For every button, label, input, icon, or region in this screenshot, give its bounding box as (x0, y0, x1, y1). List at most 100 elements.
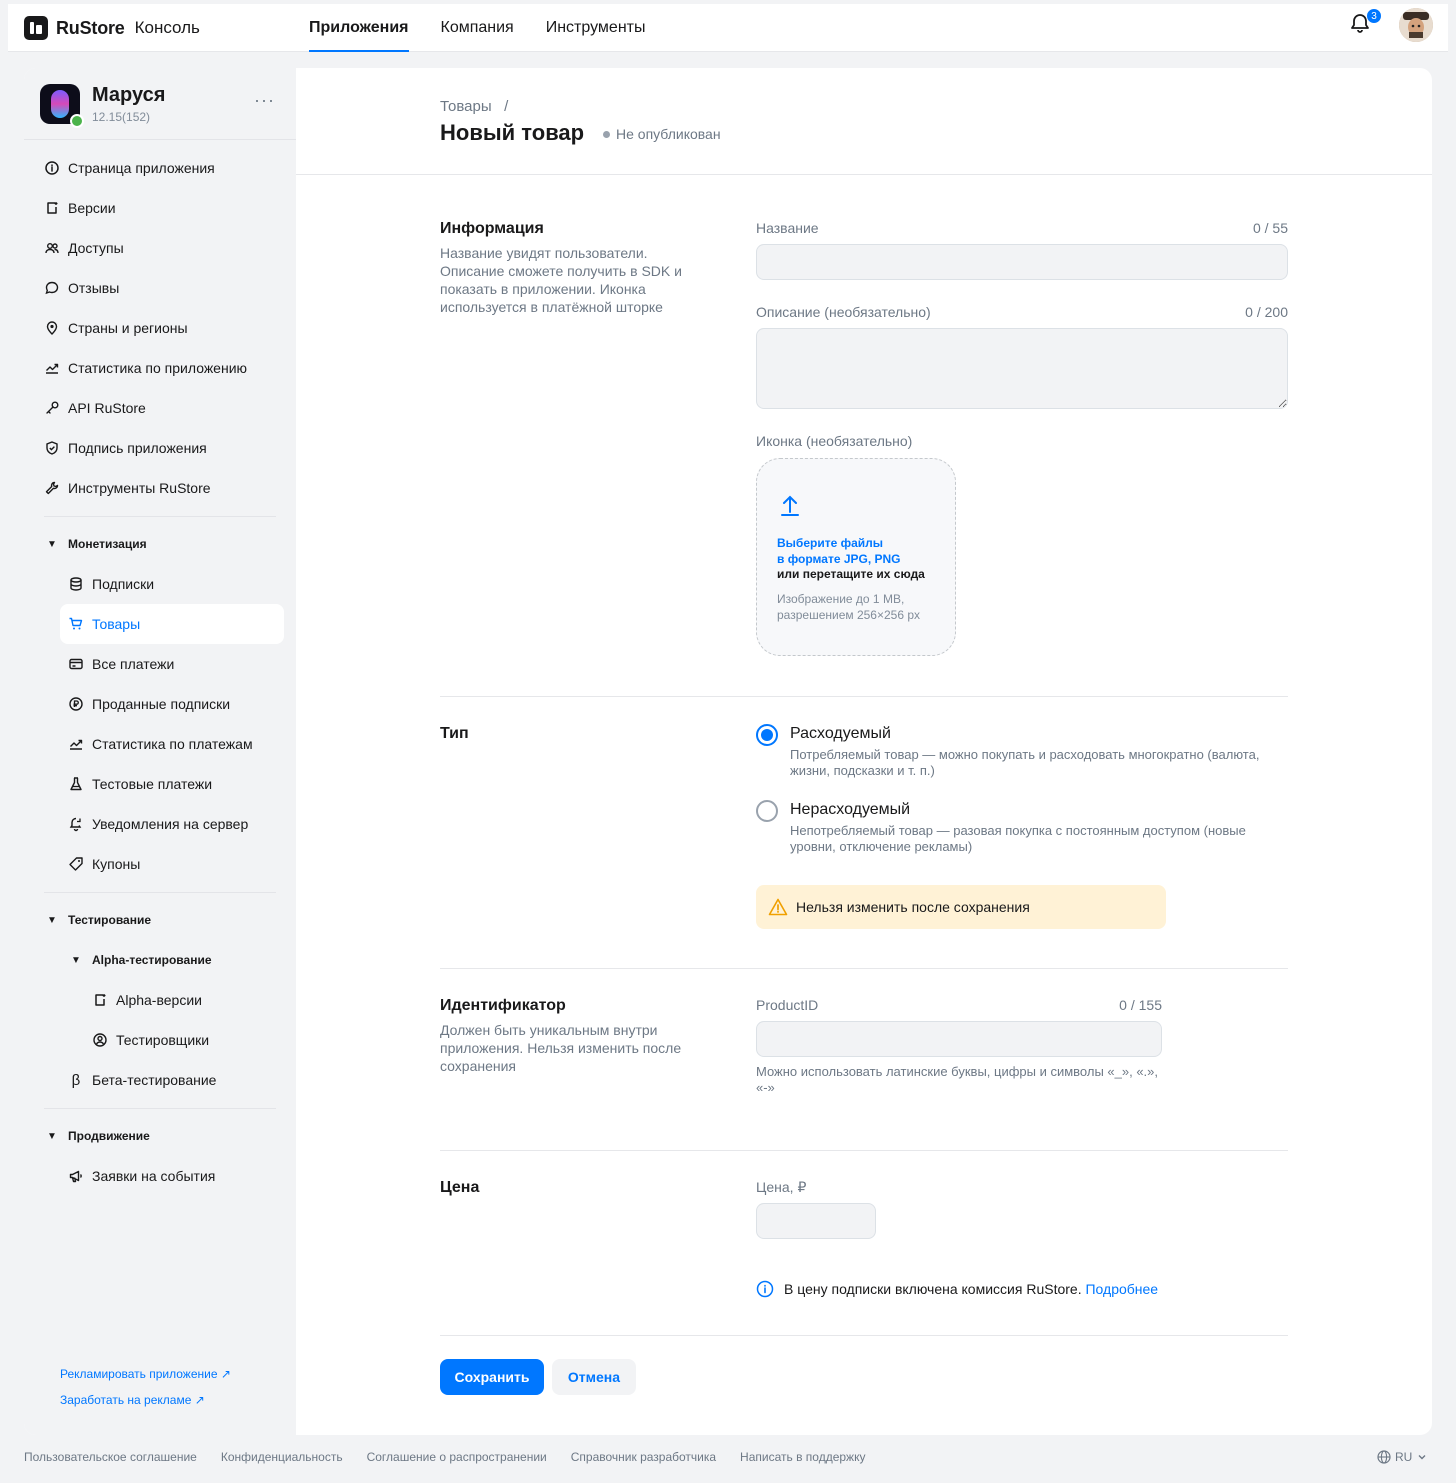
description-textarea[interactable] (756, 328, 1288, 409)
type-block-title: Тип (440, 725, 469, 742)
price-block-title: Цена (440, 1179, 480, 1196)
sidebar-item-payment-stats[interactable]: Статистика по платежам (68, 724, 308, 764)
sidebar-item-coupons[interactable]: Купоны (68, 844, 308, 884)
sidebar-item-products[interactable]: Товары (60, 604, 284, 644)
name-input[interactable] (756, 244, 1288, 280)
caret-down-icon: ▼ (47, 1130, 57, 1142)
sidebar-item-beta[interactable]: β Бета-тестирование (68, 1060, 308, 1100)
learn-more-link[interactable]: Подробнее (1085, 1281, 1158, 1297)
breadcrumb[interactable]: Товары / (440, 98, 508, 115)
file-requirements: Изображение до 1 MB, разрешением 256×256… (777, 592, 921, 622)
section-label: Alpha-тестирование (92, 953, 212, 967)
language-label: RU (1395, 1450, 1413, 1464)
drag-hint: или перетащите их сюда (777, 567, 925, 581)
select-files-line2: в формате JPG, PNG (777, 552, 901, 566)
user-circle-icon (93, 1033, 107, 1047)
icon-dropzone[interactable]: Выберите файлы в формате JPG, PNG или пе… (756, 458, 956, 656)
sidebar-section-promotion[interactable]: ▼ Продвижение (44, 1116, 284, 1156)
save-button[interactable]: Сохранить (440, 1359, 544, 1395)
sidebar-item-signature[interactable]: Подпись приложения (44, 428, 284, 468)
sidebar: Маруся 12.15(152) ··· Страница приложени… (24, 68, 296, 1435)
sidebar-section-alpha[interactable]: ▼ Alpha-тестирование (68, 940, 308, 980)
section-label: Тестирование (68, 913, 152, 927)
sidebar-item-label: Страны и регионы (68, 320, 188, 336)
stats-icon (70, 739, 83, 750)
sidebar-item-sold-subs[interactable]: Проданные подписки (68, 684, 308, 724)
sidebar-item-app-page[interactable]: Страница приложения (44, 148, 284, 188)
topnav-company[interactable]: Компания (441, 4, 514, 52)
id-block-title: Идентификатор (440, 997, 566, 1014)
sidebar-item-label: Тестировщики (116, 1032, 210, 1048)
footer-link-terms[interactable]: Пользовательское соглашение (24, 1450, 197, 1464)
caret-down-icon: ▼ (71, 954, 81, 966)
topnav-tools[interactable]: Инструменты (546, 4, 646, 52)
product-id-hint: Можно использовать латинские буквы, цифр… (756, 1064, 1159, 1095)
top-nav: Приложения Компания Инструменты (309, 4, 645, 52)
database-icon (70, 577, 82, 591)
language-selector[interactable]: RU (1377, 1450, 1428, 1464)
globe-icon (1377, 1450, 1391, 1464)
product-id-label: ProductID (756, 997, 819, 1013)
sidebar-item-versions[interactable]: Версии (44, 188, 284, 228)
sidebar-item-api[interactable]: API RuStore (44, 388, 284, 428)
footer-link-support[interactable]: Написать в поддержку (740, 1450, 865, 1464)
section-divider (440, 968, 1288, 969)
icon-label: Иконка (необязательно) (756, 433, 913, 449)
sidebar-item-reviews[interactable]: Отзывы (44, 268, 284, 308)
coupon-icon (69, 857, 83, 871)
info-icon (45, 161, 59, 175)
sidebar-item-test-payments[interactable]: Тестовые платежи (68, 764, 308, 804)
sidebar-item-event-requests[interactable]: Заявки на события (68, 1156, 308, 1196)
page-title: Новый товар (440, 120, 585, 145)
sidebar-item-server-notifications[interactable]: Уведомления на сервер (68, 804, 308, 844)
users-icon (45, 243, 59, 254)
location-icon (46, 321, 58, 335)
notification-badge: 3 (1366, 8, 1382, 24)
radio-consumable[interactable] (756, 724, 778, 746)
sidebar-item-access[interactable]: Доступы (44, 228, 284, 268)
brand-name: RuStore (56, 17, 125, 38)
logo[interactable]: RuStore Консоль (24, 16, 200, 40)
price-input[interactable] (756, 1203, 876, 1239)
bell-sync-icon (69, 817, 82, 832)
beta-icon: β (71, 1071, 81, 1089)
commission-info: В цену подписки включена комиссия RuStor… (756, 1280, 1158, 1298)
product-id-input[interactable] (756, 1021, 1162, 1057)
select-files-line1: Выберите файлы (777, 536, 884, 550)
footer-link-privacy[interactable]: Конфиденциальность (221, 1450, 343, 1464)
radio-non-consumable[interactable] (756, 800, 778, 822)
page-header: Товары / Новый товар Не опубликован (296, 68, 1432, 175)
footer-link-distribution[interactable]: Соглашение о распространении (367, 1450, 547, 1464)
sidebar-item-regions[interactable]: Страны и регионы (44, 308, 284, 348)
sidebar-item-all-payments[interactable]: Все платежи (68, 644, 308, 684)
footer-link-dev-guide[interactable]: Справочник разработчика (571, 1450, 716, 1464)
section-divider (440, 696, 1288, 697)
sidebar-item-tools[interactable]: Инструменты RuStore (44, 468, 284, 508)
commission-text: В цену подписки включена комиссия RuStor… (784, 1281, 1082, 1297)
link-earn-on-ads[interactable]: Заработать на рекламе ↗ (60, 1393, 205, 1407)
select-files-link[interactable]: Выберите файлы в формате JPG, PNG (777, 535, 901, 567)
cancel-button[interactable]: Отмена (552, 1359, 636, 1395)
description-label: Описание (необязательно) (756, 304, 931, 320)
consumable-label[interactable]: Расходуемый (790, 725, 891, 743)
chevron-down-icon (1418, 1455, 1426, 1460)
sidebar-item-app-stats[interactable]: Статистика по приложению (44, 348, 284, 388)
sidebar-item-subscriptions[interactable]: Подписки (68, 564, 308, 604)
sidebar-item-label: Подписки (92, 576, 155, 592)
status-dot-icon (603, 130, 610, 138)
sidebar-section-monetization[interactable]: ▼ Монетизация (44, 524, 284, 564)
warning-icon (768, 898, 788, 916)
consumable-desc: Потребляемый товар — можно покупать и ра… (790, 747, 1260, 778)
info-block-title: Информация (440, 220, 544, 237)
caret-down-icon: ▼ (47, 914, 57, 926)
topnav-apps[interactable]: Приложения (309, 4, 409, 52)
sidebar-item-label: Статистика по приложению (68, 360, 248, 376)
non-consumable-label[interactable]: Нерасходуемый (790, 801, 910, 819)
sidebar-section-testing[interactable]: ▼ Тестирование (44, 900, 284, 940)
link-advertise-app[interactable]: Рекламировать приложение ↗ (60, 1367, 231, 1381)
sidebar-item-label: Купоны (92, 856, 141, 872)
status-badge: Не опубликован (603, 126, 721, 142)
avatar[interactable] (1399, 8, 1433, 42)
more-icon[interactable]: ··· (254, 90, 275, 111)
versions-icon (95, 994, 106, 1006)
